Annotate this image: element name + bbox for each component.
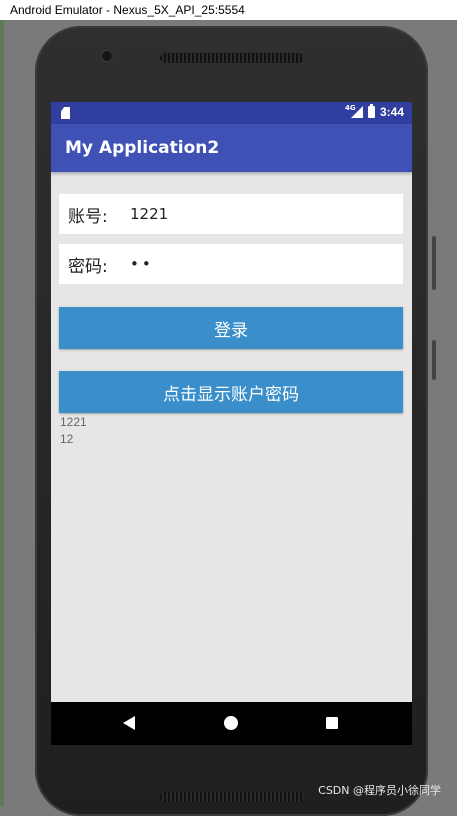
emulator-window-title: Android Emulator - Nexus_5X_API_25:5554 [0, 0, 457, 20]
back-icon[interactable] [123, 716, 135, 730]
app-title: My Application2 [65, 138, 220, 158]
show-credentials-button[interactable]: 点击显示账户密码 [59, 371, 403, 413]
account-input[interactable]: 1221 [130, 205, 168, 223]
camera-icon [102, 51, 112, 61]
home-icon[interactable] [224, 716, 238, 730]
login-button-label: 登录 [214, 320, 248, 341]
recents-icon[interactable] [326, 717, 338, 729]
output-password: 12 [60, 432, 74, 446]
account-row: 账号: 1221 [59, 194, 403, 234]
battery-icon [367, 104, 375, 118]
background-window-strip [0, 20, 4, 807]
sd-card-icon [61, 107, 70, 119]
password-input[interactable]: •• [130, 255, 154, 273]
app-title-bar: My Application2 [51, 124, 412, 172]
signal-icon [350, 106, 363, 118]
show-credentials-label: 点击显示账户密码 [163, 384, 299, 405]
device-screen: 4G 3:44 My Application2 账号: 1221 密码: •• … [51, 102, 412, 745]
password-label: 密码: [68, 256, 108, 277]
power-button[interactable] [432, 236, 436, 290]
password-row: 密码: •• [59, 244, 403, 284]
navigation-bar [51, 702, 412, 745]
login-button[interactable]: 登录 [59, 307, 403, 349]
output-account: 1221 [60, 415, 87, 429]
bottom-speaker [160, 792, 304, 802]
volume-button[interactable] [432, 340, 436, 380]
watermark: CSDN @程序员小徐同学 [318, 784, 441, 797]
account-label: 账号: [68, 206, 108, 227]
status-bar: 4G 3:44 [51, 102, 412, 124]
top-speaker [160, 53, 304, 63]
status-time: 3:44 [379, 105, 404, 119]
